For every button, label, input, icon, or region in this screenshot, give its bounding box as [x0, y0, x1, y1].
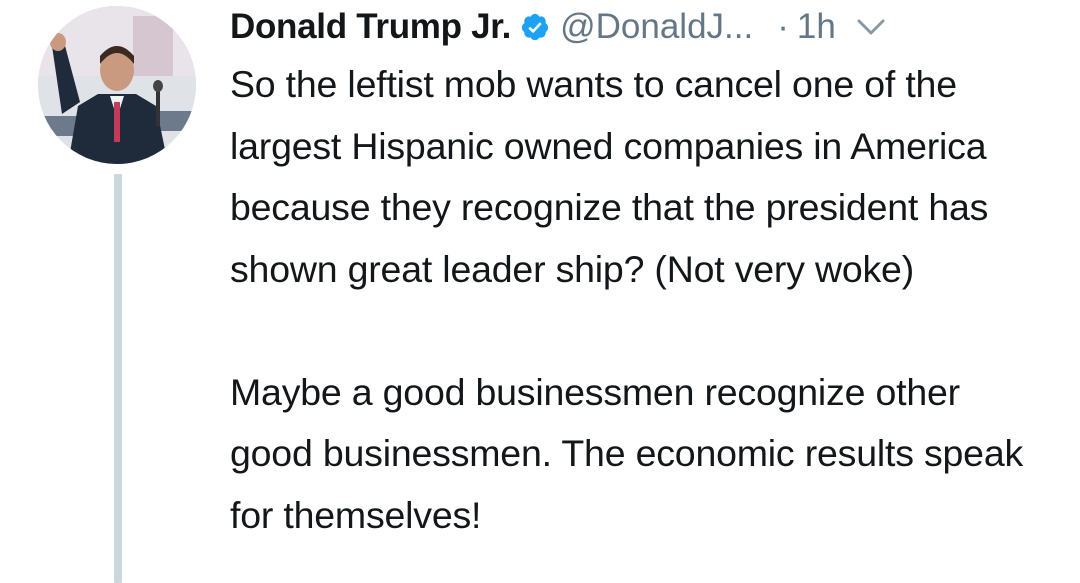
tweet-paragraph: Maybe a good businessmen recognize other…	[230, 370, 1024, 536]
author-handle[interactable]: @DonaldJ...	[560, 7, 753, 47]
timestamp[interactable]: 1h	[797, 7, 836, 47]
tweet-header: Donald Trump Jr. @DonaldJ... · 1h	[230, 2, 1070, 52]
verified-badge-icon	[521, 13, 549, 41]
separator-dot: ·	[777, 7, 789, 46]
chevron-down-icon[interactable]	[856, 17, 886, 37]
tweet-text: So the leftist mob wants to cancel one o…	[230, 54, 1050, 546]
avatar[interactable]	[38, 6, 196, 164]
author-name[interactable]: Donald Trump Jr.	[230, 7, 511, 47]
tweet-paragraph: So the leftist mob wants to cancel one o…	[230, 63, 989, 290]
thread-line	[114, 174, 122, 583]
